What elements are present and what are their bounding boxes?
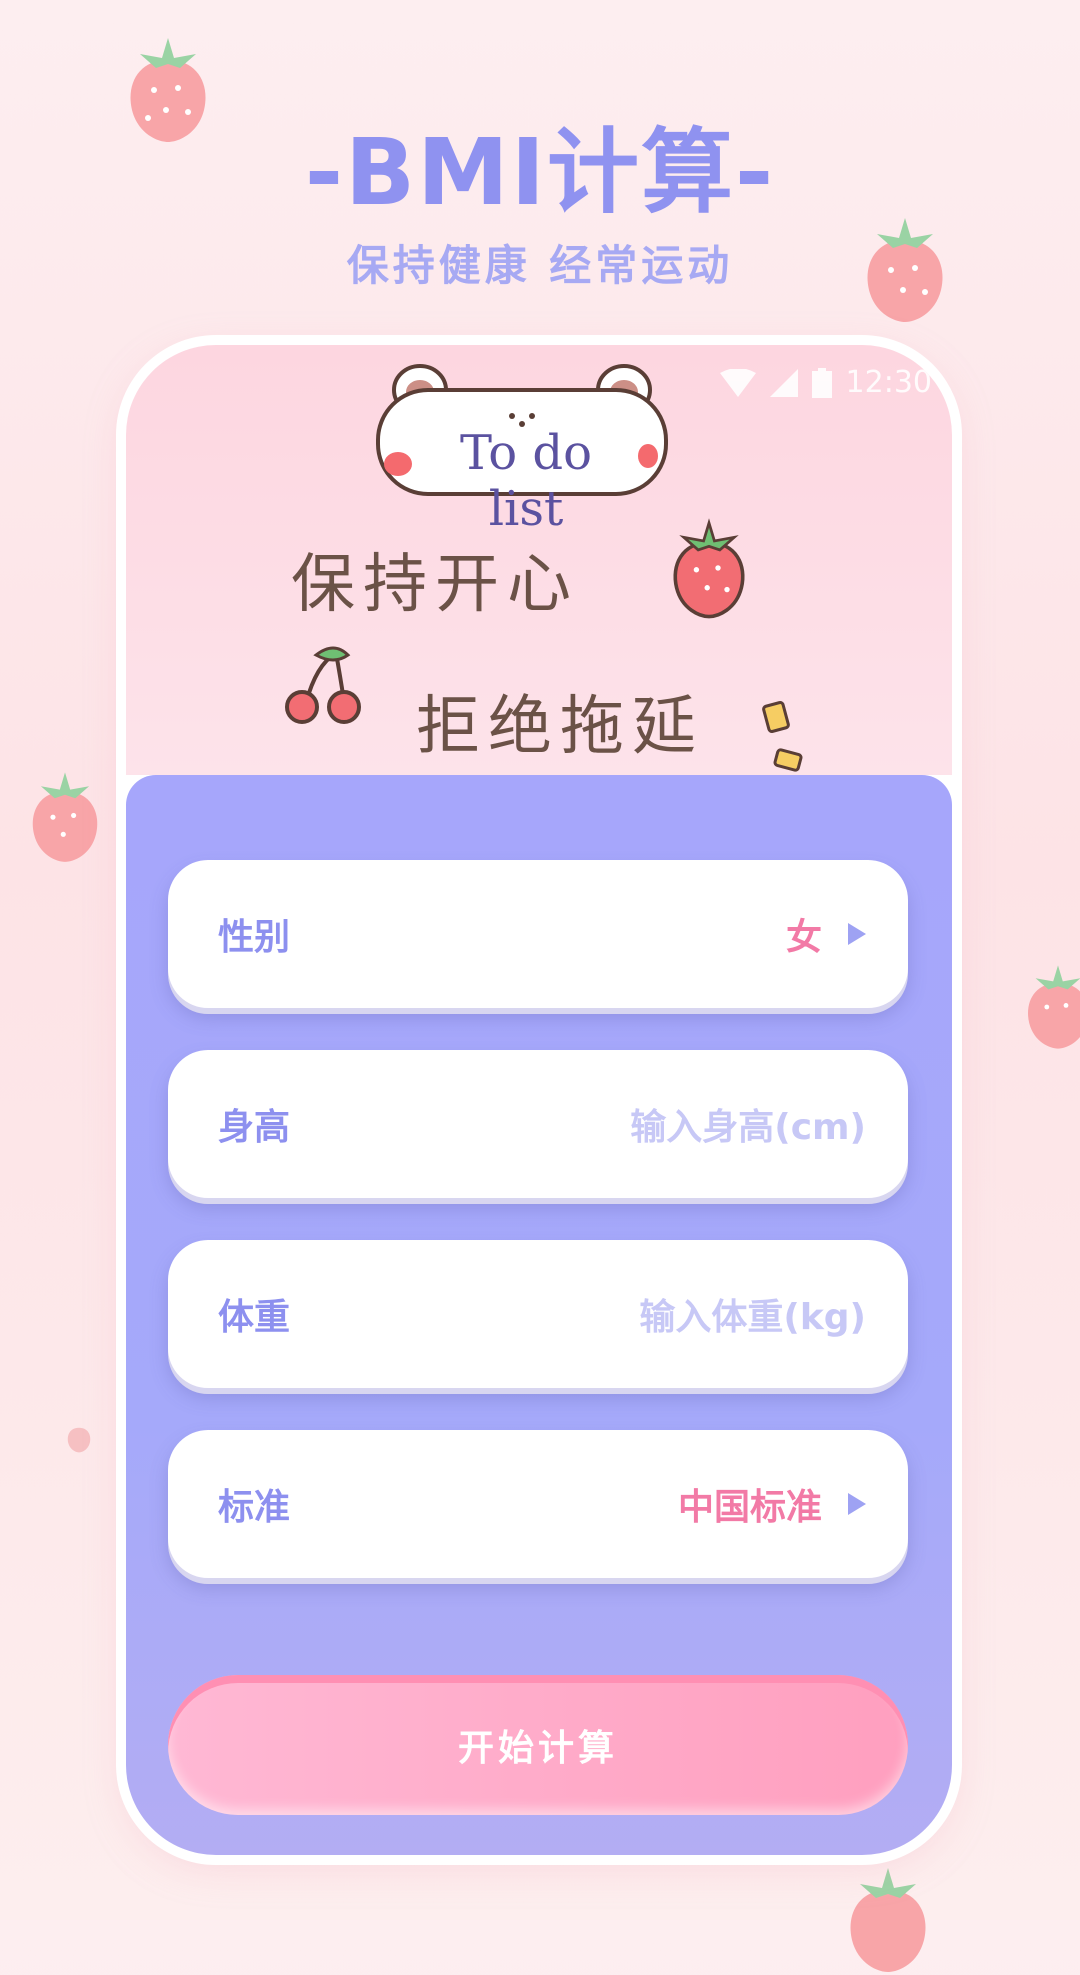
calculate-button[interactable]: 开始计算 — [168, 1675, 908, 1815]
status-time: 12:30 — [845, 365, 932, 400]
weight-label: 体重 — [218, 1297, 291, 1338]
phone-mockup: 12:30 To do list 保持开心 拒绝拖延 性别 女 身高 输入身高(… — [126, 345, 952, 1855]
signal-icon — [769, 368, 798, 397]
page-subtitle: 保持健康 经常运动 — [346, 241, 734, 290]
strawberry-icon — [32, 772, 98, 862]
strawberry-icon — [673, 518, 745, 619]
handwriting-no-procrastination: 拒绝拖延 — [416, 690, 704, 764]
height-label: 身高 — [218, 1107, 291, 1148]
status-bar: 12:30 — [719, 365, 932, 400]
phone-header-art: 12:30 To do list 保持开心 拒绝拖延 — [126, 345, 952, 775]
standard-selector[interactable]: 标准 中国标准 — [168, 1430, 908, 1578]
gender-value: 女 — [785, 917, 822, 958]
standard-value: 中国标准 — [677, 1487, 822, 1528]
height-field[interactable]: 身高 输入身高(cm) — [168, 1050, 908, 1198]
strawberry-icon — [850, 1868, 926, 1972]
weight-input[interactable]: 输入体重(kg) — [639, 1288, 866, 1340]
battery-icon — [811, 367, 832, 398]
height-input[interactable]: 输入身高(cm) — [630, 1098, 866, 1150]
strawberry-icon — [67, 1427, 91, 1453]
arrow-right-icon — [848, 1493, 866, 1515]
standard-label: 标准 — [218, 1487, 291, 1528]
cherry-icon — [285, 646, 361, 724]
page-title: -BMI计算- — [304, 119, 776, 226]
wifi-icon — [719, 368, 756, 397]
strawberry-icon — [1028, 965, 1080, 1049]
badge-text: To do list — [459, 425, 593, 537]
sparkle-icon — [762, 701, 803, 772]
bmi-form: 性别 女 身高 输入身高(cm) 体重 输入体重(kg) 标准 中国标准 开始计… — [126, 775, 952, 1855]
weight-field[interactable]: 体重 输入体重(kg) — [168, 1240, 908, 1388]
gender-label: 性别 — [218, 917, 291, 958]
arrow-right-icon — [848, 923, 866, 945]
handwriting-keep-happy: 保持开心 — [291, 548, 579, 622]
gender-selector[interactable]: 性别 女 — [168, 860, 908, 1008]
